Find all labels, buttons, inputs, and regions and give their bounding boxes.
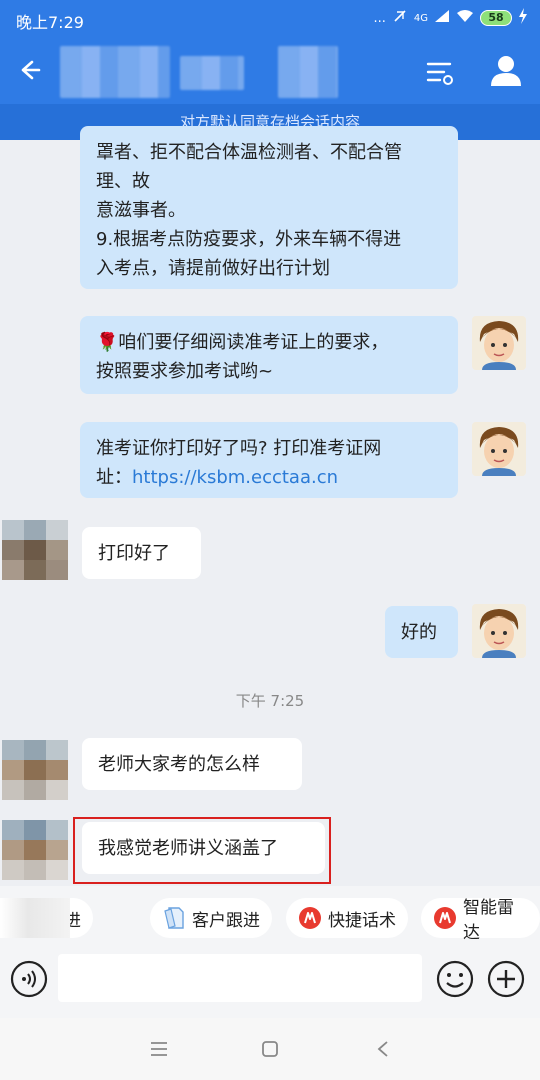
signal-icon: [434, 9, 450, 27]
home-button[interactable]: [255, 1034, 285, 1064]
network-type: 4G: [413, 12, 428, 24]
message-timestamp: 下午 7:25: [235, 692, 305, 710]
mute-icon: [392, 8, 408, 28]
smiley-icon: [436, 960, 474, 998]
emoji-button[interactable]: [436, 960, 474, 998]
chat-menu-button[interactable]: [424, 56, 456, 88]
message-bubble-outgoing[interactable]: 🌹咱们要仔细阅读准考证上的要求， 按照要求参加考试哟~: [80, 316, 458, 394]
student-avatar-redacted[interactable]: [2, 820, 68, 880]
person-icon: [491, 56, 521, 86]
contact-name-redacted: [60, 46, 170, 98]
more-actions-button[interactable]: [487, 960, 525, 998]
message-bubble-outgoing[interactable]: 准考证你打印好了吗? 打印准考证网 址：https://ksbm.ecctaa.…: [80, 422, 458, 498]
teacher-avatar[interactable]: [472, 604, 526, 658]
back-nav-button[interactable]: [368, 1034, 398, 1064]
battery-indicator: 58: [480, 10, 512, 26]
arrow-left-icon: [21, 60, 41, 80]
cartoon-teacher-avatar: [472, 604, 526, 658]
menu-icon: [151, 1042, 167, 1056]
message-bubble-outgoing[interactable]: 好的: [385, 606, 458, 658]
message-bubble-outgoing[interactable]: 罩者、拒不配合体温检测者、不配合管 理、故 意滋事者。 9.根据考点防疫要求，外…: [80, 126, 458, 289]
charging-icon: [518, 8, 528, 28]
header: 晚上7:29 ... 4G 58 对方默认同意存档会话内容: [0, 0, 540, 140]
list-settings-icon: [426, 62, 453, 85]
message-input[interactable]: [58, 954, 422, 1002]
dots-indicator: ...: [373, 10, 386, 26]
cartoon-teacher-avatar: [472, 422, 526, 476]
contact-name-redacted: [278, 46, 338, 98]
system-navigation-bar: [0, 1018, 540, 1080]
rose-emoji: 🌹: [96, 332, 119, 353]
composer-bar: [0, 952, 540, 1018]
cartoon-teacher-avatar: [472, 316, 526, 370]
voice-input-button[interactable]: [10, 960, 48, 998]
exam-ticket-link[interactable]: https://ksbm.ecctaa.cn: [132, 467, 338, 488]
student-avatar-redacted[interactable]: [2, 520, 68, 580]
home-square-icon: [262, 1041, 278, 1057]
quick-tool-smart-radar[interactable]: 智能雷达: [421, 898, 540, 943]
back-button[interactable]: [12, 52, 48, 88]
teacher-avatar[interactable]: [472, 422, 526, 476]
voice-icon: [10, 960, 48, 998]
quick-tool-customer-follow[interactable]: 客户跟进: [150, 898, 272, 938]
quick-tools-bar: 户跟进 客户跟进 快捷话术 智能雷达: [0, 886, 540, 952]
status-time: 晚上7:29: [16, 13, 84, 32]
wifi-icon: [456, 9, 474, 27]
teacher-avatar[interactable]: [472, 316, 526, 370]
profile-button[interactable]: [488, 52, 524, 88]
contact-name-redacted: [180, 56, 244, 90]
redacted-chip: [0, 898, 70, 938]
highlight-box: [73, 817, 331, 884]
message-bubble-incoming[interactable]: 打印好了: [82, 527, 201, 579]
document-icon: [162, 906, 186, 930]
lightning-icon: [433, 906, 457, 930]
chevron-left-icon: [377, 1041, 388, 1057]
title-row: [0, 38, 540, 104]
status-bar: 晚上7:29 ... 4G 58: [0, 0, 540, 38]
student-avatar-redacted[interactable]: [2, 740, 68, 800]
plus-icon: [487, 960, 525, 998]
message-bubble-incoming[interactable]: 老师大家考的怎么样: [82, 738, 302, 790]
lightning-icon: [298, 906, 322, 930]
quick-tool-quick-phrases[interactable]: 快捷话术: [286, 898, 408, 938]
menu-button[interactable]: [144, 1034, 174, 1064]
